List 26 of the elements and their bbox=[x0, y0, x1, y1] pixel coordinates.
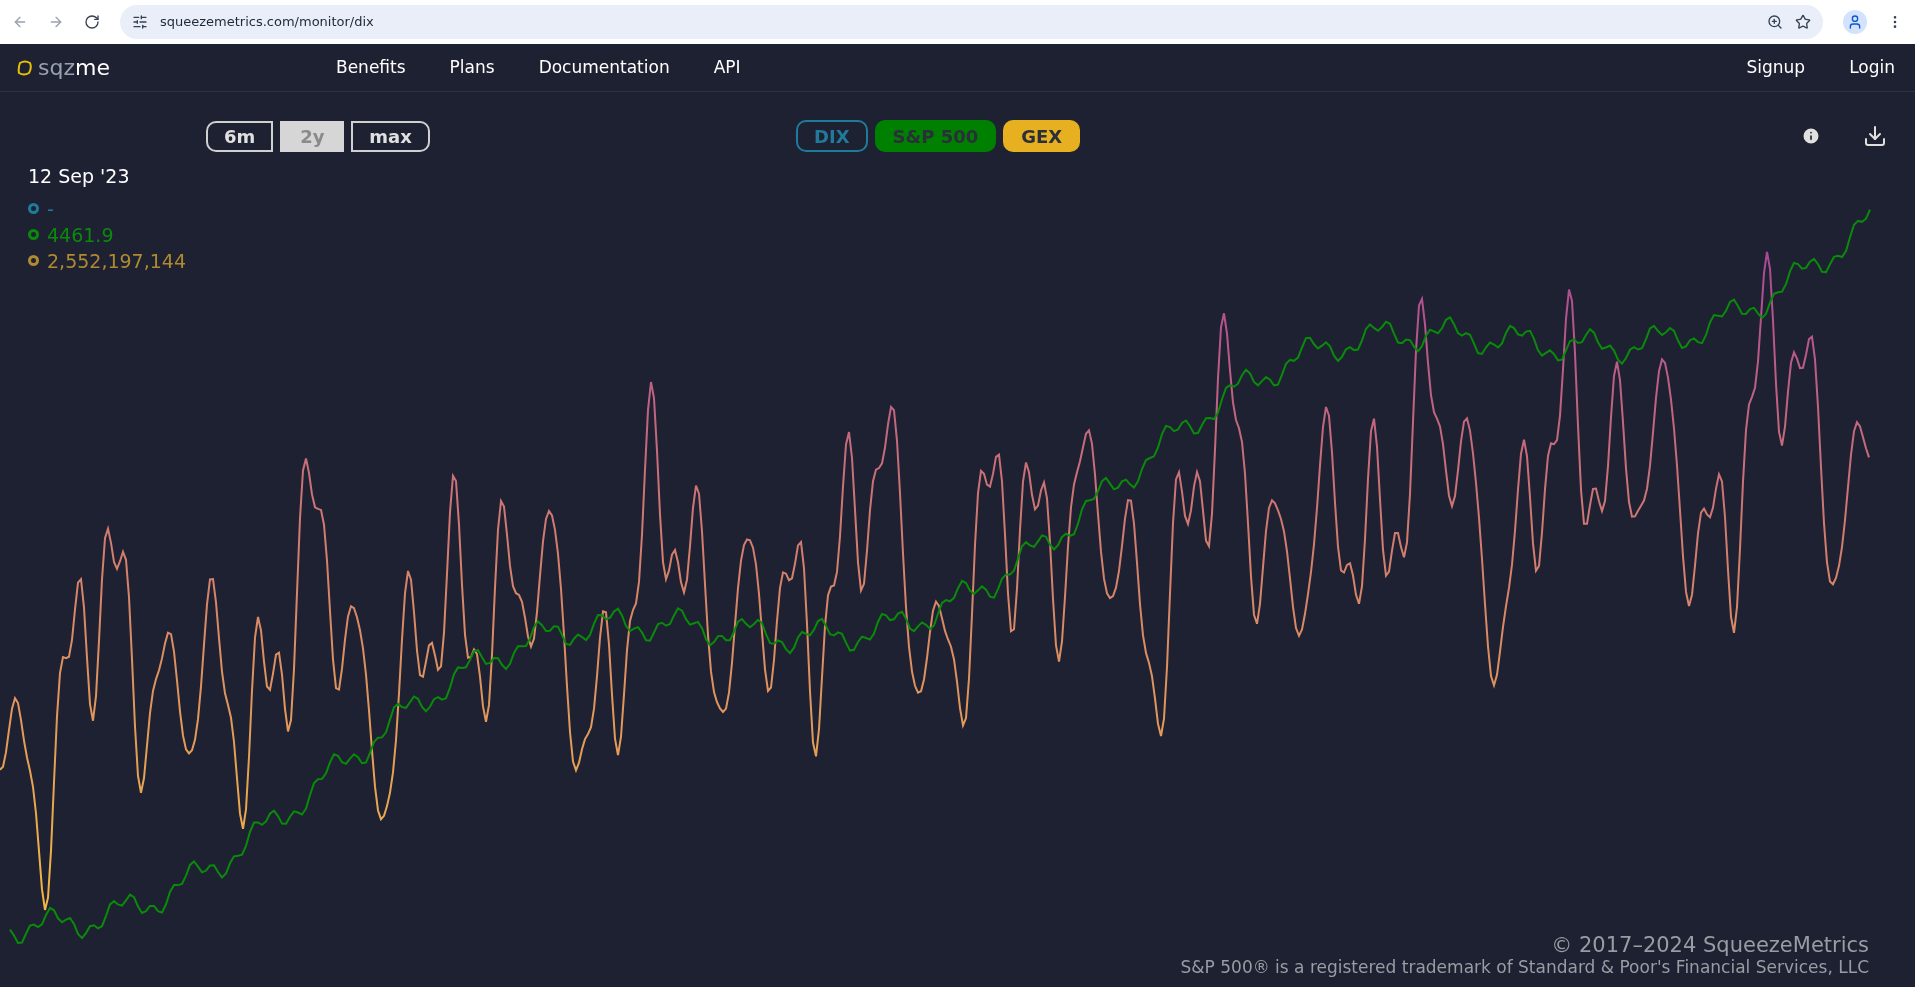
address-bar[interactable]: squeezemetrics.com/monitor/dix bbox=[120, 5, 1823, 39]
site-settings-icon[interactable] bbox=[132, 14, 148, 30]
legend-value: 4461.9 bbox=[47, 222, 114, 247]
legend-date: 12 Sep '23 bbox=[28, 164, 131, 189]
legend-value: 2,552,197,144 bbox=[47, 248, 186, 273]
nav-link[interactable]: Documentation bbox=[538, 54, 670, 81]
url-text: squeezemetrics.com/monitor/dix bbox=[160, 13, 374, 32]
trademark-text: S&P 500® is a registered trademark of Standard & Poor's Financial Services, LLC bbox=[1180, 957, 1869, 977]
range-button[interactable]: 6m bbox=[206, 120, 274, 152]
series-toggle[interactable]: GEX bbox=[1003, 120, 1081, 152]
download-icon[interactable] bbox=[1863, 124, 1887, 148]
legend-value: - bbox=[47, 196, 54, 221]
nav-link[interactable]: API bbox=[713, 54, 741, 81]
info-icon[interactable] bbox=[1801, 126, 1821, 146]
nav-link[interactable]: Signup bbox=[1746, 54, 1806, 81]
nav-link[interactable]: Benefits bbox=[336, 54, 406, 81]
nav-link[interactable]: Plans bbox=[449, 54, 495, 81]
reload-icon[interactable] bbox=[84, 14, 100, 30]
range-button[interactable]: max bbox=[351, 120, 430, 152]
bookmark-star-icon[interactable] bbox=[1795, 14, 1811, 30]
logo-icon bbox=[16, 58, 34, 77]
zoom-icon[interactable] bbox=[1767, 14, 1783, 30]
logo-text[interactable]: sqzme bbox=[38, 56, 110, 79]
copyright-text: © 2017–2024 SqueezeMetrics bbox=[1551, 933, 1869, 957]
profile-avatar[interactable] bbox=[1843, 10, 1867, 34]
nav-link[interactable]: Login bbox=[1849, 54, 1895, 81]
